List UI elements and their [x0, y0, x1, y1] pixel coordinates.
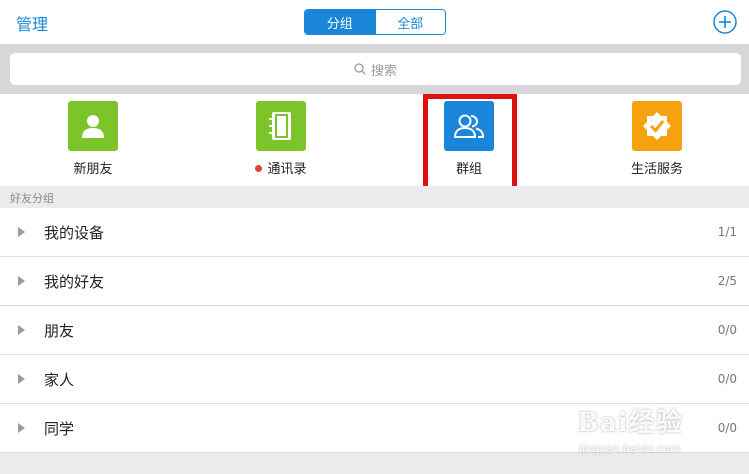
watermark: Bai经验 jingyan.baidu.com	[577, 398, 747, 468]
quick-entries: 新朋友 通讯录 群组 生活服务	[0, 94, 749, 186]
group-name: 我的设备	[44, 224, 105, 242]
tab-group[interactable]: 分组	[305, 10, 375, 34]
search-input[interactable]: 搜索	[10, 53, 741, 85]
highlight-box	[423, 94, 517, 196]
friend-groups-header: 好友分组	[0, 186, 749, 208]
list-item[interactable]: 家人 0/0	[0, 355, 749, 404]
tab-all[interactable]: 全部	[374, 10, 445, 34]
contacts-label-text: 通讯录	[267, 162, 307, 177]
expand-arrow-icon	[18, 227, 25, 237]
verified-badge-icon	[632, 101, 682, 151]
entry-label-new-friends: 新朋友	[73, 162, 113, 177]
expand-arrow-icon	[18, 374, 25, 384]
search-area: 搜索	[0, 44, 749, 94]
group-name: 家人	[44, 371, 75, 389]
person-icon	[68, 101, 118, 151]
group-count: 2/5	[717, 274, 737, 288]
entry-new-friends[interactable]: 新朋友	[38, 94, 148, 177]
search-placeholder: 搜索	[370, 63, 397, 79]
entry-life-services[interactable]: 生活服务	[602, 94, 712, 177]
section-title: 好友分组	[10, 192, 54, 205]
notebook-icon	[256, 101, 306, 151]
list-item[interactable]: 我的设备 1/1	[0, 208, 749, 257]
entry-label-life-services: 生活服务	[630, 162, 683, 177]
search-icon	[354, 63, 366, 75]
watermark-url: jingyan.baidu.com	[579, 442, 681, 455]
top-bar: 管理 分组 全部	[0, 0, 749, 44]
group-count: 0/0	[717, 323, 737, 337]
group-count: 0/0	[717, 372, 737, 386]
expand-arrow-icon	[18, 325, 25, 335]
expand-arrow-icon	[18, 423, 25, 433]
group-count: 1/1	[717, 225, 737, 239]
entry-label-contacts: 通讯录	[226, 158, 336, 177]
group-name: 朋友	[44, 322, 75, 340]
view-segmented-control: 分组 全部	[304, 9, 446, 35]
group-name: 同学	[44, 420, 75, 438]
unread-dot	[255, 165, 263, 172]
list-item[interactable]: 我的好友 2/5	[0, 257, 749, 306]
entry-contacts[interactable]: 通讯录	[226, 94, 336, 177]
list-item[interactable]: 朋友 0/0	[0, 306, 749, 355]
plus-circle-icon[interactable]	[713, 10, 737, 34]
group-name: 我的好友	[44, 273, 105, 291]
expand-arrow-icon	[18, 276, 25, 286]
manage-button[interactable]: 管理	[16, 11, 48, 35]
watermark-logo-text: Bai经验	[577, 408, 683, 438]
